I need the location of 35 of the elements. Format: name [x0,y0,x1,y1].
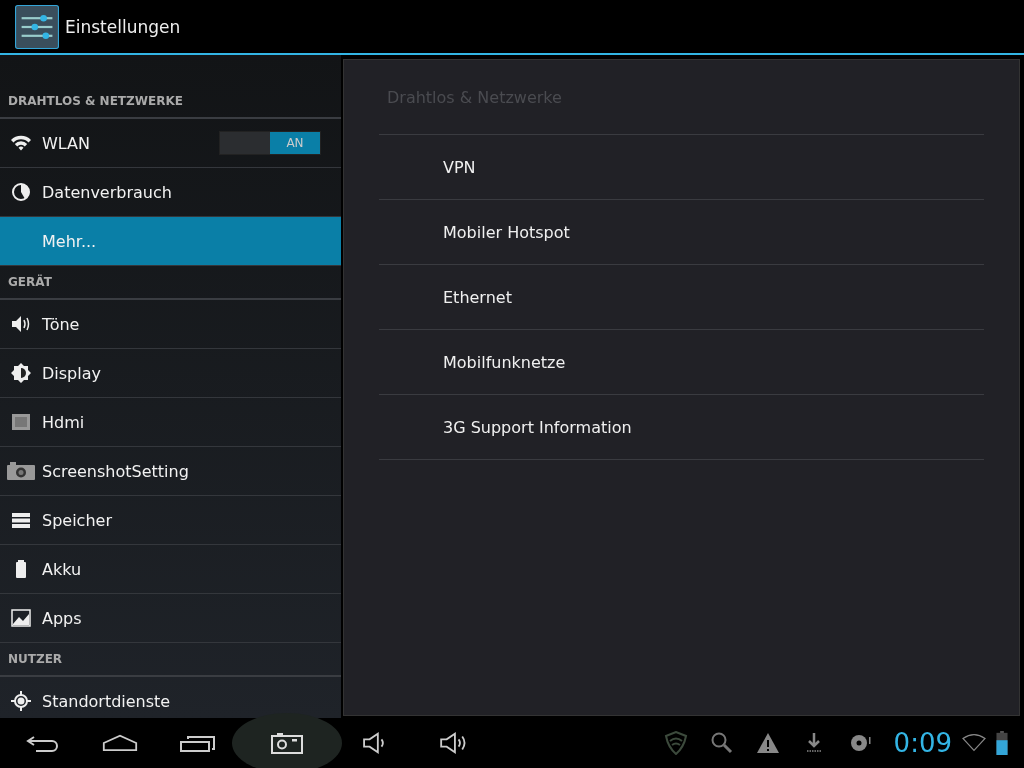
sidebar-item[interactable]: WLAN AN [0,119,341,168]
shield-icon [663,731,688,755]
settings-item[interactable]: 3G Support Information [379,395,984,460]
sidebar-item[interactable]: Töne [0,300,341,349]
image-icon [11,608,31,628]
sidebar-item[interactable]: Display [0,349,341,398]
warning-icon [755,731,780,755]
settings-icon[interactable] [15,4,59,49]
camera-icon [7,461,35,481]
pie-chart-icon [11,182,31,202]
section-header: GERÄT [0,266,341,300]
storage-icon [11,510,31,530]
search-icon [709,731,734,755]
sidebar-item[interactable]: Apps [0,594,341,643]
speaker-icon [11,314,31,334]
sidebar-item[interactable]: Speicher [0,496,341,545]
sidebar-item[interactable]: Akku [0,545,341,594]
sidebar-item[interactable]: ScreenshotSetting [0,447,341,496]
section-header: DRAHTLOS & NETZWERKE [0,85,341,119]
home-icon[interactable] [102,732,138,754]
settings-item[interactable]: VPN [379,135,984,200]
battery-icon [996,731,1008,755]
settings-item[interactable]: Mobiler Hotspot [379,200,984,265]
settings-item[interactable]: Mobilfunknetze [379,330,984,395]
sidebar-item[interactable]: Hdmi [0,398,341,447]
camera-icon[interactable] [269,732,305,754]
section-header: NUTZER [0,643,341,677]
brightness-icon [11,363,31,383]
monitor-icon [11,412,31,432]
sidebar-item[interactable]: Mehr... [0,217,341,266]
location-icon [11,691,31,711]
clock: 0:09 [893,728,952,758]
wifi-icon [11,133,31,153]
app-title: Einstellungen [65,16,181,37]
settings-item[interactable]: Ethernet [379,265,984,330]
